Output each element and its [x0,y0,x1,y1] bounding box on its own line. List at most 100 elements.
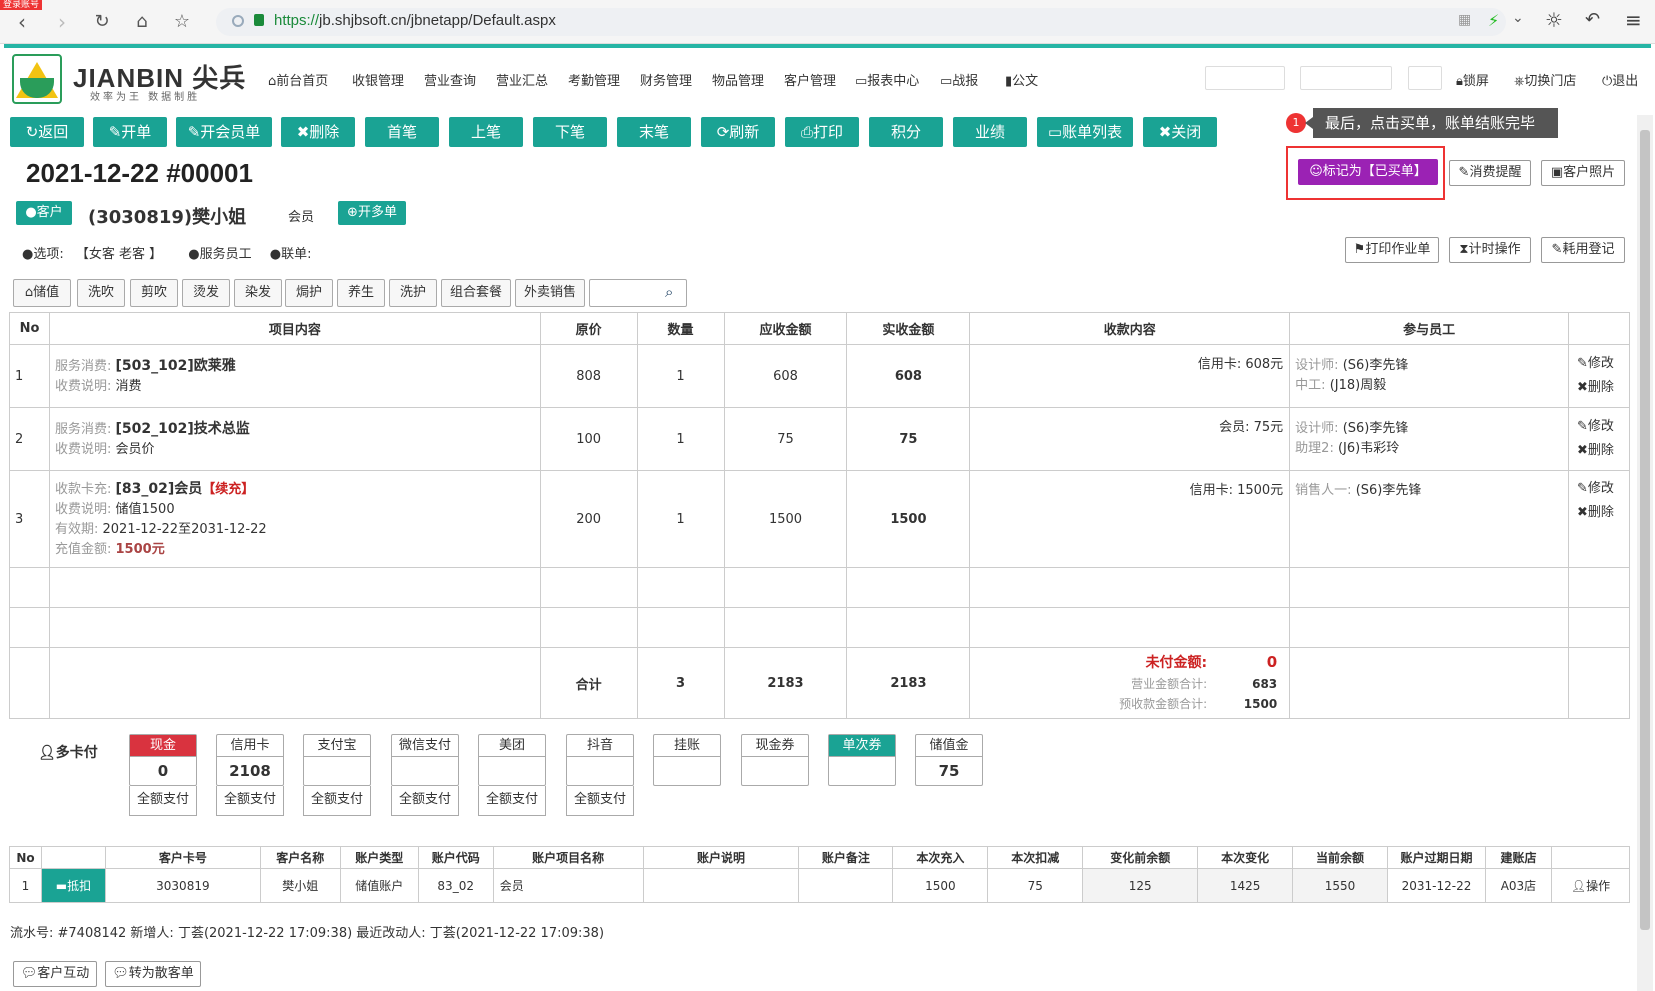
btn-label: 删除 [309,123,340,141]
table-row[interactable]: 1 服务消费: [503_102]欧莱雅 收费说明: 消费 808 1 608 … [9,344,1631,408]
delete-row-button[interactable]: ✖删除 [1569,439,1629,463]
menu-goods[interactable]: 物品管理 [712,70,764,89]
delete-row-button[interactable]: ✖删除 [1569,376,1629,400]
star-icon[interactable]: ☆ [170,10,194,34]
open-member-bill-button[interactable]: ✎开会员单 [176,117,272,147]
cat-wellness[interactable]: 养生 [337,279,385,307]
scrollbar-thumb[interactable] [1640,130,1650,930]
last-record-button[interactable]: 末笔 [617,117,691,147]
menu-front-home[interactable]: ⌂前台首页 [268,70,328,89]
full-pay-button[interactable]: 全额支付 [566,786,634,816]
header-input-3[interactable] [1408,66,1442,90]
cat-dye[interactable]: 染发 [234,279,282,307]
linked-bill[interactable]: ●联单: [270,247,312,262]
delete-button[interactable]: ✖删除 [281,117,355,147]
pay-meituan[interactable]: 美团 [478,734,546,786]
header-input-2[interactable] [1300,66,1392,90]
site-info-icon[interactable] [232,15,244,27]
menu-business-summary[interactable]: 营业汇总 [496,70,548,89]
header-input-1[interactable] [1205,66,1285,90]
table-row[interactable]: 2 服务消费: [502_102]技术总监 收费说明: 会员价 100 1 75… [9,407,1631,471]
refresh-button[interactable]: ⟳刷新 [701,117,775,147]
menu-documents[interactable]: ▮公文 [1005,70,1038,89]
pay-alipay[interactable]: 支付宝 [303,734,371,786]
pay-on-account[interactable]: 挂账 [653,734,721,786]
first-record-button[interactable]: 首笔 [365,117,439,147]
cat-perm[interactable]: 烫发 [182,279,230,307]
menu-business-query[interactable]: 营业查询 [424,70,476,89]
menu-cashier[interactable]: 收银管理 [352,70,404,89]
table-row[interactable]: 3 收款卡充: [83_02]会员【续充】 收费说明: 储值1500 有效期: … [9,470,1631,568]
lightning-icon[interactable]: ⚡ [1488,11,1499,30]
convert-walkin-button[interactable]: 💬︎转为散客单 [105,961,201,987]
edit-button[interactable]: ✎修改 [1569,352,1629,376]
print-button[interactable]: ⎙打印 [785,117,859,147]
url-text[interactable]: https://jb.shjbsoft.cn/jbnetapp/Default.… [274,12,556,29]
undo-icon[interactable]: ↶ [1585,9,1600,30]
edit-button[interactable]: ✎修改 [1569,415,1629,439]
customer-button[interactable]: ●客户 [16,201,72,225]
full-pay-button[interactable]: 全额支付 [391,786,459,816]
table-row[interactable]: 1 ▬抵扣 3030819 樊小姐 储值账户 83_02 会员 1500 75 … [9,868,1631,903]
cat-stored-value[interactable]: ⌂储值 [13,279,71,307]
menu-finance[interactable]: 财务管理 [640,70,692,89]
grid-icon[interactable]: ▦ [1458,12,1471,28]
back-button[interactable]: ↻返回 [10,117,84,147]
chevron-down-icon[interactable]: ⌄ [1512,10,1524,26]
deduct-button[interactable]: ▬抵扣 [40,868,106,903]
cat-takeout[interactable]: 外卖销售 [515,279,585,307]
full-pay-button[interactable]: 全额支付 [216,786,284,816]
pay-cash-coupon[interactable]: 现金券 [741,734,809,786]
pay-douyin[interactable]: 抖音 [566,734,634,786]
open-bill-button[interactable]: ✎开单 [93,117,167,147]
pay-cash[interactable]: 现金 0 [129,734,197,786]
performance-button[interactable]: 业绩 [953,117,1027,147]
lock-screen-button[interactable]: 🔒︎锁屏 [1456,70,1489,89]
consumption-reg-button[interactable]: ✎耗用登记 [1541,237,1625,263]
close-button[interactable]: ✖关闭 [1143,117,1217,147]
revenue-label: 营业金额合计: [1131,677,1208,691]
switch-store-button[interactable]: ⎈切换门店 [1514,70,1576,89]
pay-wechat[interactable]: 微信支付 [391,734,459,786]
pay-stored-value[interactable]: 储值金 75 [915,734,983,786]
full-pay-button[interactable]: 全额支付 [478,786,546,816]
menu-attendance[interactable]: 考勤管理 [568,70,620,89]
menu-reports[interactable]: ▭报表中心 [855,70,919,89]
customer-interact-button[interactable]: 💬︎客户互动 [13,961,97,987]
edit-button[interactable]: ✎修改 [1569,477,1629,501]
cat-care[interactable]: 焗护 [285,279,333,307]
multi-card-pay[interactable]: 👤︎多卡付 [38,742,98,762]
open-multi-bill-button[interactable]: ⊕开多单 [338,201,406,225]
col-header [1550,846,1631,869]
bill-list-button[interactable]: ▭账单列表 [1037,117,1133,147]
pay-credit-card[interactable]: 信用卡 2108 [216,734,284,786]
service-staff[interactable]: ●服务员工 [188,247,251,262]
pay-single-coupon[interactable]: 单次券 [828,734,896,786]
prev-record-button[interactable]: 上笔 [449,117,523,147]
home-icon[interactable]: ⌂ [130,10,154,34]
cat-combo[interactable]: 组合套餐 [441,279,511,307]
forward-icon[interactable]: › [50,10,74,34]
consume-reminder-button[interactable]: ✎消费提醒 [1449,160,1531,186]
logout-button[interactable]: ⏻退出 [1602,70,1638,89]
back-icon[interactable]: ‹ [10,10,34,34]
print-work-button[interactable]: ⚑打印作业单 [1345,237,1439,263]
settings-sun-icon[interactable]: ☼ [1545,8,1563,32]
price: 200 [539,470,638,568]
full-pay-button[interactable]: 全额支付 [303,786,371,816]
reload-icon[interactable]: ↻ [90,10,114,34]
operate-button[interactable]: 👤︎操作 [1550,868,1631,903]
next-record-button[interactable]: 下笔 [533,117,607,147]
menu-battle-report[interactable]: ▭战报 [940,70,978,89]
cat-cut-blow[interactable]: 剪吹 [130,279,178,307]
menu-icon[interactable]: ≡ [1625,8,1642,32]
cat-wash-care[interactable]: 洗护 [389,279,437,307]
search-icon[interactable]: ⌕ [665,283,673,301]
timer-op-button[interactable]: ⧗计时操作 [1449,237,1531,263]
delete-row-button[interactable]: ✖删除 [1569,501,1629,525]
full-pay-button[interactable]: 全额支付 [129,786,197,816]
customer-photo-button[interactable]: ▣客户照片 [1541,160,1625,186]
points-button[interactable]: 积分 [869,117,943,147]
cat-wash-blow[interactable]: 洗吹 [77,279,125,307]
menu-customer[interactable]: 客户管理 [784,70,836,89]
